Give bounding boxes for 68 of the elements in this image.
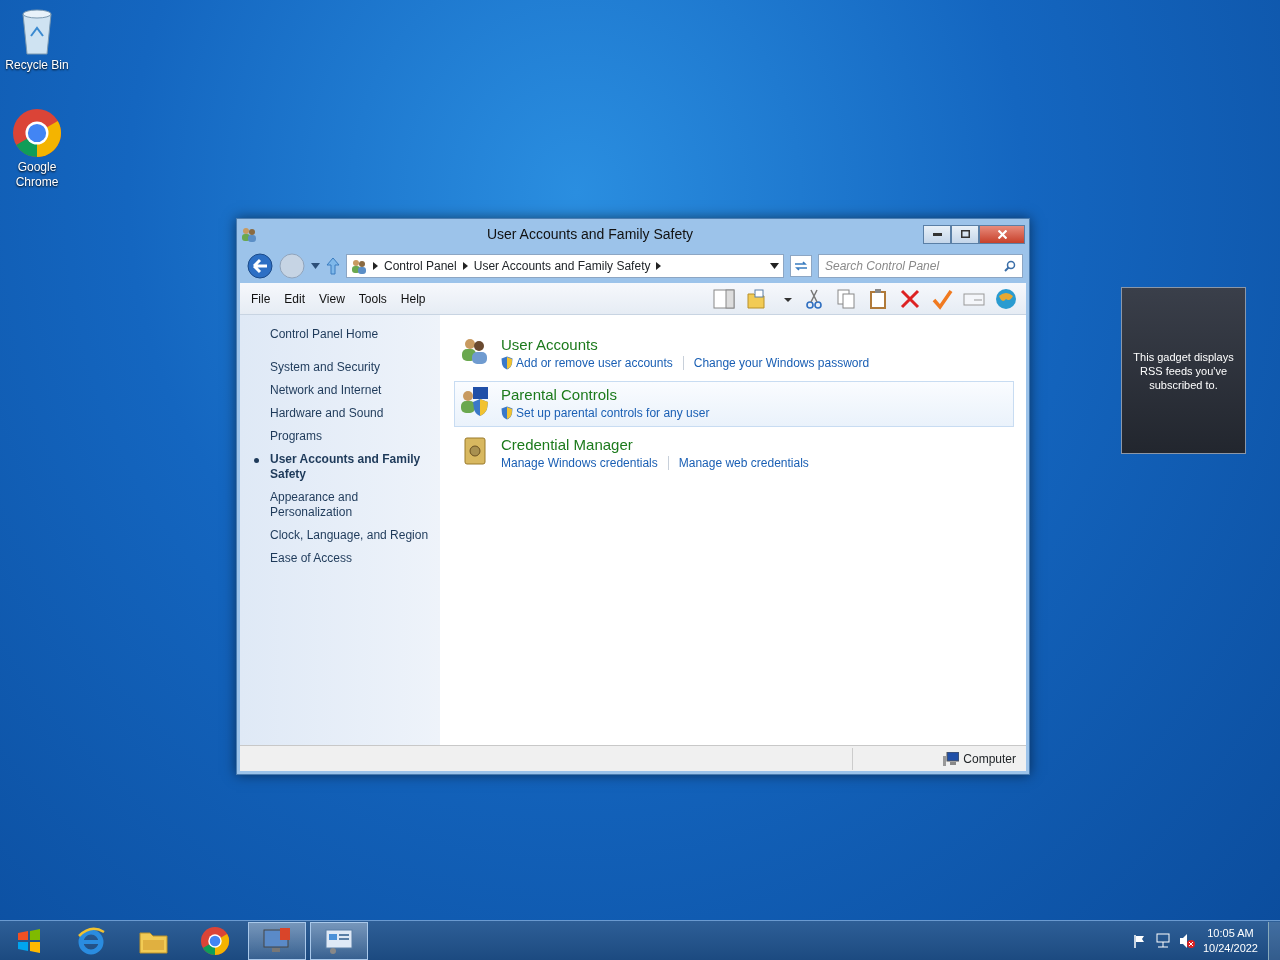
back-button[interactable] [247, 253, 273, 279]
sidebar-item-label[interactable]: User Accounts and Family Safety [270, 452, 432, 482]
breadcrumb-arrow-icon[interactable] [656, 262, 662, 270]
close-icon [997, 229, 1007, 239]
sidebar-item[interactable]: Network and Internet [270, 383, 432, 398]
dropdown-caret-icon[interactable] [770, 263, 779, 269]
gadget-text: This gadget displays RSS feeds you've subscribed to. [1132, 349, 1235, 392]
globe-icon[interactable] [995, 287, 1017, 310]
search-icon [1004, 260, 1016, 272]
minimize-icon [932, 232, 942, 236]
refresh-icon[interactable] [790, 255, 812, 277]
clock-time[interactable]: 10:05 AM [1202, 925, 1258, 941]
close-button[interactable] [979, 224, 1025, 244]
category-title-link[interactable]: Parental Controls [501, 385, 710, 404]
internet-explorer-icon [76, 925, 106, 956]
control-panel-home-link[interactable]: Control Panel Home [270, 327, 432, 342]
taskbar-button[interactable] [310, 921, 368, 960]
menu-item[interactable]: Tools [351, 287, 394, 310]
breadcrumb-arrow-icon[interactable] [462, 262, 468, 270]
category-title-link[interactable]: Credential Manager [501, 435, 809, 454]
task-link[interactable]: Manage web credentials [678, 454, 809, 472]
clipboard-icon[interactable] [867, 287, 889, 310]
desktop-icon-label[interactable]: Google Chrome [2, 160, 72, 190]
minimize-button[interactable] [923, 224, 951, 244]
menu-item[interactable]: File [244, 287, 278, 310]
menu-item[interactable]: Edit [277, 287, 313, 310]
delete-icon[interactable] [899, 287, 921, 310]
sidebar-item[interactable]: System and Security [270, 360, 432, 375]
task-link[interactable]: Add or remove user accounts [501, 354, 673, 372]
folder-icon[interactable] [745, 287, 767, 310]
windows-logo-icon [16, 927, 42, 954]
sidebar-item[interactable]: Appearance and Personalization [270, 490, 432, 520]
scissors-icon[interactable] [803, 287, 825, 310]
speaker-muted-icon[interactable] [1178, 932, 1195, 949]
task-link[interactable]: Manage Windows credentials [501, 454, 658, 472]
breadcrumb-arrow-icon[interactable] [373, 262, 378, 270]
desktop-icon-label[interactable]: Recycle Bin [2, 58, 72, 73]
window-title: User Accounts and Family Safety [485, 224, 695, 244]
menu-item[interactable]: Help [393, 287, 433, 310]
task-link[interactable]: Set up parental controls for any user [501, 404, 710, 422]
sidebar-item[interactable]: Programs [270, 429, 432, 444]
taskbar-button[interactable] [248, 921, 306, 960]
clock-date[interactable]: 10/24/2022 [1202, 940, 1258, 956]
computer-icon [943, 751, 960, 766]
users-icon [351, 258, 367, 274]
menu-item[interactable]: View [312, 287, 352, 310]
checkmark-icon[interactable] [931, 287, 953, 310]
breadcrumb-link[interactable]: Control Panel [384, 257, 457, 275]
flag-icon[interactable] [1132, 933, 1147, 948]
shield-icon [501, 356, 513, 370]
breadcrumb-link[interactable]: User Accounts and Family Safety [473, 257, 651, 275]
chrome-icon [200, 925, 230, 956]
sidebar-item[interactable]: Clock, Language, and Region [270, 528, 432, 543]
search-field[interactable]: Search Control Panel [818, 254, 1023, 278]
sidebar-item[interactable]: Ease of Access [270, 551, 432, 566]
users-icon [241, 226, 257, 242]
sidebar-item[interactable]: Hardware and Sound [270, 406, 432, 421]
preview-pane-icon[interactable] [713, 287, 735, 310]
chrome-icon[interactable] [12, 108, 62, 158]
show-desktop-button[interactable] [1268, 921, 1280, 960]
task-link[interactable]: Change your Windows password [693, 354, 870, 372]
shield-icon [501, 406, 513, 420]
parental-controls-icon[interactable] [459, 385, 491, 417]
category-title-link[interactable]: User Accounts [501, 335, 870, 354]
maximize-icon [960, 230, 970, 238]
maximize-button[interactable] [951, 224, 979, 244]
status-text: Computer [963, 750, 1016, 768]
network-icon[interactable] [1154, 932, 1171, 949]
